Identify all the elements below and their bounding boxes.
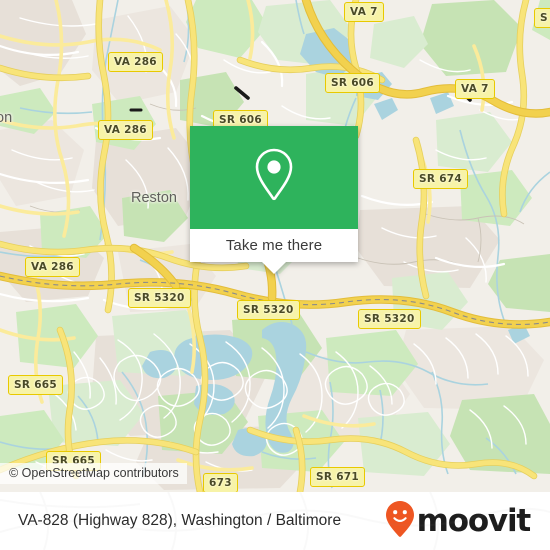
- map-popup-card[interactable]: Take me there: [190, 126, 358, 274]
- shield-sr-673-partial[interactable]: 673: [203, 473, 238, 492]
- moovit-map-screen: .park { fill:#cdeabe; } .park2 { fill:#d…: [0, 0, 550, 550]
- shield-va-286-lower[interactable]: VA 286: [25, 257, 80, 277]
- take-me-there-button[interactable]: Take me there: [226, 237, 322, 254]
- moovit-logo[interactable]: moovit: [385, 500, 538, 543]
- moovit-pin-icon: [385, 500, 415, 543]
- shield-sr-606-top[interactable]: SR 606: [325, 73, 381, 93]
- place-label-partial-left: on: [0, 110, 13, 126]
- place-label-reston: Reston: [131, 190, 177, 206]
- location-pin-icon: [251, 147, 297, 208]
- shield-sr-5320-west[interactable]: SR 5320: [128, 288, 191, 308]
- popup-header: [190, 126, 358, 229]
- shield-va-286-mid[interactable]: VA 286: [98, 120, 153, 140]
- popup-pointer-tail: [262, 262, 286, 274]
- shield-sr-5320-mid[interactable]: SR 5320: [237, 300, 300, 320]
- popup-action-area[interactable]: Take me there: [190, 229, 358, 262]
- moovit-wordmark: moovit: [416, 502, 532, 539]
- shield-s-edge-top[interactable]: S: [534, 8, 550, 28]
- footer-bar: VA-828 (Highway 828), Washington / Balti…: [0, 492, 550, 550]
- map-canvas[interactable]: .park { fill:#cdeabe; } .park2 { fill:#d…: [0, 0, 550, 492]
- shield-va-7-east[interactable]: VA 7: [455, 79, 495, 99]
- shield-va-7-north[interactable]: VA 7: [344, 2, 384, 22]
- page-title: VA-828 (Highway 828), Washington / Balti…: [18, 512, 342, 529]
- osm-attribution[interactable]: © OpenStreetMap contributors: [0, 463, 187, 484]
- shield-sr-674[interactable]: SR 674: [413, 169, 469, 189]
- shield-sr-665-west[interactable]: SR 665: [8, 375, 64, 395]
- shield-va-286-top[interactable]: VA 286: [108, 52, 163, 72]
- shield-sr-671[interactable]: SR 671: [310, 467, 366, 487]
- shield-sr-5320-east[interactable]: SR 5320: [358, 309, 421, 329]
